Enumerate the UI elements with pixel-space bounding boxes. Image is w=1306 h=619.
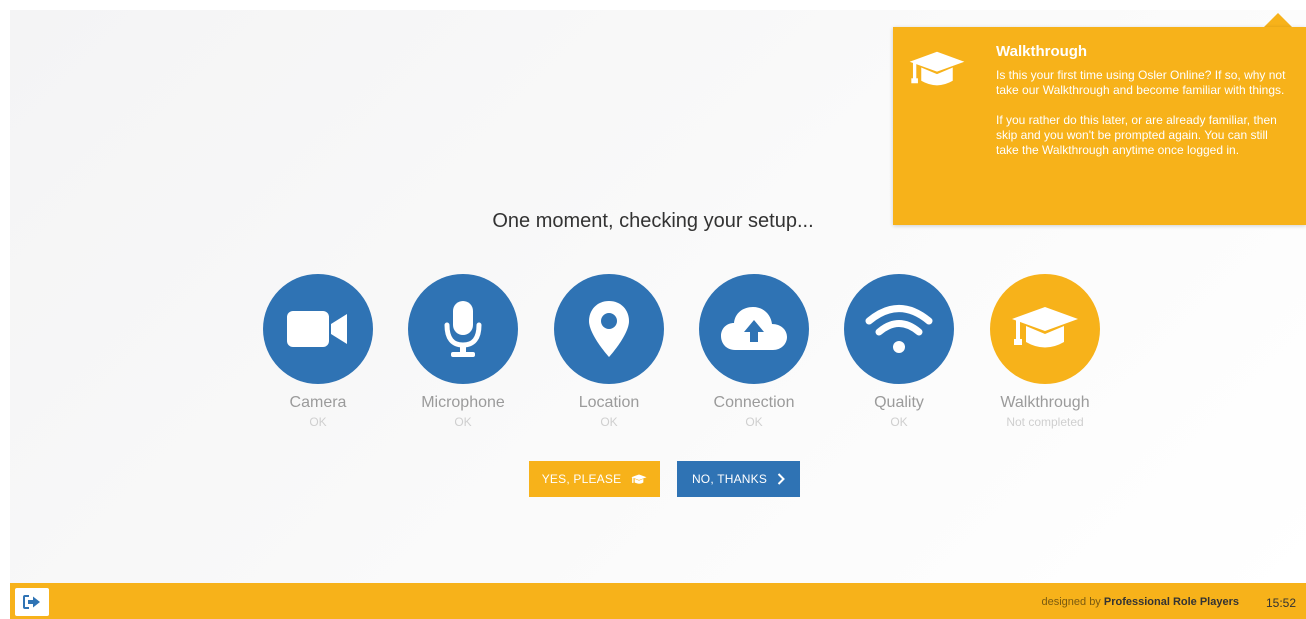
chevron-right-icon bbox=[777, 473, 785, 485]
map-pin-icon bbox=[589, 301, 629, 357]
cloud-upload-icon bbox=[721, 307, 787, 350]
tooltip-paragraph: Is this your first time using Osler Onli… bbox=[996, 68, 1286, 97]
footer-clock: 15:52 bbox=[1265, 596, 1296, 610]
tooltip-paragraph: If you rather do this later, or are alre… bbox=[996, 113, 1277, 157]
yes-please-label: YES, PLEASE bbox=[541, 472, 622, 486]
check-location: Location OK bbox=[536, 274, 682, 429]
check-label: Quality bbox=[874, 394, 924, 411]
check-label: Connection bbox=[713, 394, 795, 411]
video-camera-icon bbox=[287, 311, 347, 347]
setup-checks: Camera OK Microphone OK Location OK Conn… bbox=[245, 274, 1100, 434]
check-status: OK bbox=[745, 415, 763, 429]
graduation-cap-icon bbox=[909, 51, 965, 86]
tooltip-body: Is this your first time using Osler Onli… bbox=[996, 68, 1292, 158]
graduation-cap-icon bbox=[631, 473, 647, 484]
yes-please-button[interactable]: YES, PLEASE bbox=[529, 461, 660, 497]
check-label: Microphone bbox=[421, 394, 505, 411]
check-label: Walkthrough bbox=[1000, 394, 1090, 411]
credit-name: Professional Role Players bbox=[1103, 596, 1239, 608]
check-quality: Quality OK bbox=[826, 274, 972, 429]
footer-credit: designed by Professional Role Players bbox=[1041, 596, 1239, 608]
no-thanks-button[interactable]: NO, THANKS bbox=[677, 461, 800, 497]
check-status: OK bbox=[600, 415, 618, 429]
check-microphone: Microphone OK bbox=[390, 274, 536, 429]
check-status: OK bbox=[309, 415, 327, 429]
sign-out-icon bbox=[23, 595, 40, 609]
graduation-cap-icon bbox=[1012, 307, 1078, 348]
credit-prefix: designed by bbox=[1041, 596, 1101, 608]
walkthrough-tooltip: Walkthrough Is this your first time usin… bbox=[893, 27, 1306, 225]
tooltip-arrow bbox=[1264, 13, 1292, 27]
logout-button[interactable] bbox=[15, 588, 49, 616]
check-walkthrough: Walkthrough Not completed bbox=[972, 274, 1118, 429]
footer-bar: designed by Professional Role Players 15… bbox=[10, 583, 1306, 619]
check-label: Camera bbox=[289, 394, 347, 411]
check-status: Not completed bbox=[1006, 415, 1084, 429]
tooltip-title: Walkthrough bbox=[996, 43, 1088, 60]
check-status: OK bbox=[454, 415, 472, 429]
check-status: OK bbox=[890, 415, 908, 429]
no-thanks-label: NO, THANKS bbox=[691, 472, 768, 486]
check-label: Location bbox=[578, 394, 640, 411]
wifi-icon bbox=[865, 305, 933, 353]
microphone-icon bbox=[444, 301, 482, 357]
check-connection: Connection OK bbox=[681, 274, 827, 429]
check-camera: Camera OK bbox=[245, 274, 391, 429]
